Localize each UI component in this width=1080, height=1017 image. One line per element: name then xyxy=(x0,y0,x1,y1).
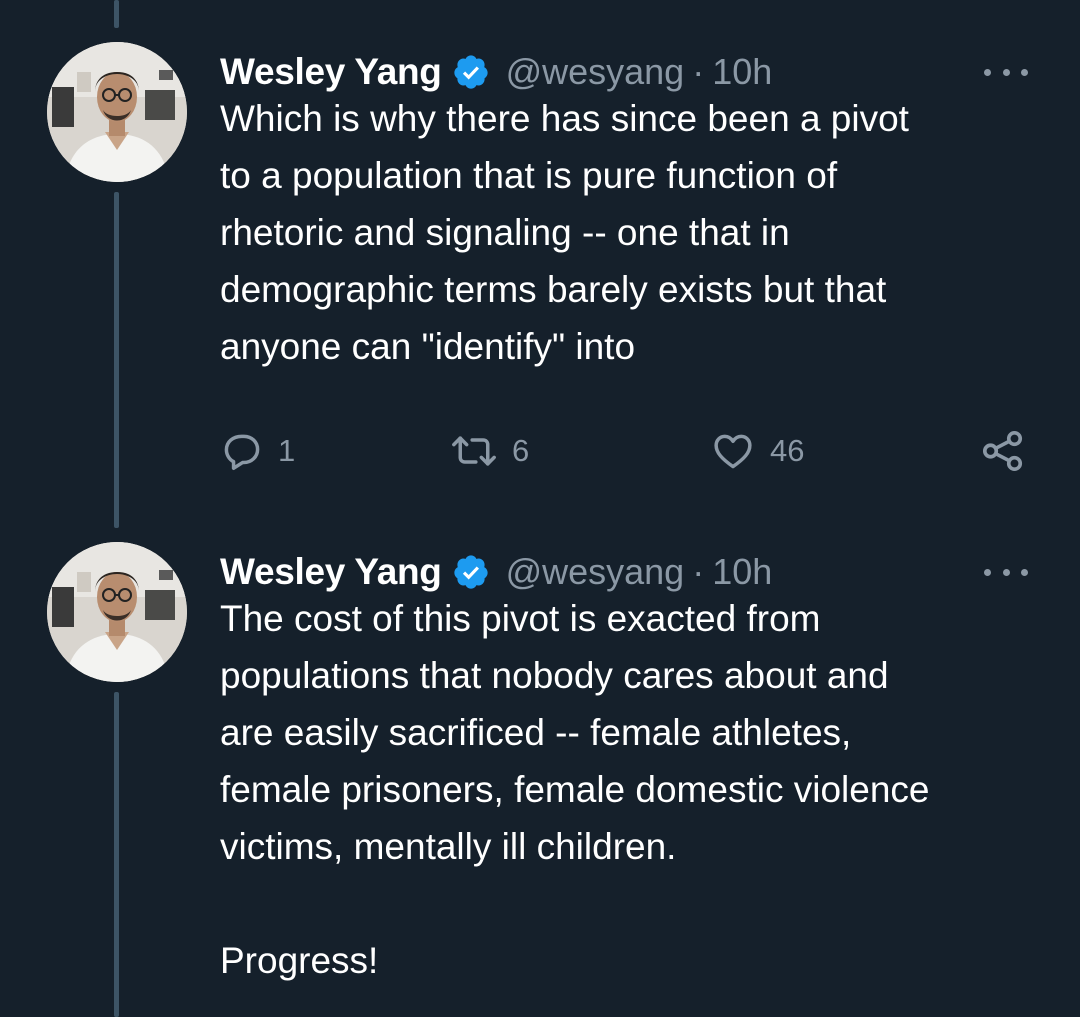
more-options-icon[interactable] xyxy=(984,562,1028,582)
separator-dot: · xyxy=(692,51,705,92)
tweet-text: Which is why there has since been a pivo… xyxy=(220,98,909,367)
tweet[interactable]: Wesley Yang @wesyang · 10h Which is why … xyxy=(0,42,1080,492)
thread-line-top xyxy=(114,0,119,28)
author-handle[interactable]: @wesyang xyxy=(506,51,685,93)
author-name[interactable]: Wesley Yang xyxy=(220,51,442,93)
verified-badge-icon xyxy=(452,553,490,591)
tweet[interactable]: Wesley Yang @wesyang · 10h The cost of t… xyxy=(0,542,1080,1017)
reply-icon xyxy=(220,429,264,473)
share-button[interactable] xyxy=(980,426,1026,476)
like-count: 46 xyxy=(770,433,805,468)
reply-button[interactable]: 1 xyxy=(220,426,295,476)
verified-badge-icon xyxy=(452,53,490,91)
separator-dot: · xyxy=(692,551,705,592)
author-name[interactable]: Wesley Yang xyxy=(220,551,442,593)
avatar[interactable] xyxy=(47,42,187,182)
share-icon xyxy=(980,428,1026,474)
reply-count: 1 xyxy=(278,433,296,468)
retweet-icon xyxy=(450,429,498,473)
more-options-icon[interactable] xyxy=(984,62,1028,82)
heart-icon xyxy=(710,429,756,473)
timestamp[interactable]: 10h xyxy=(712,551,772,593)
avatar[interactable] xyxy=(47,542,187,682)
tweet-text: The cost of this pivot is exacted from p… xyxy=(220,598,930,981)
retweet-count: 6 xyxy=(512,433,530,468)
author-handle[interactable]: @wesyang xyxy=(506,551,685,593)
retweet-button[interactable]: 6 xyxy=(450,426,529,476)
like-button[interactable]: 46 xyxy=(710,426,804,476)
timestamp[interactable]: 10h xyxy=(712,51,772,93)
tweet-actions: 1 6 46 xyxy=(220,426,1040,476)
